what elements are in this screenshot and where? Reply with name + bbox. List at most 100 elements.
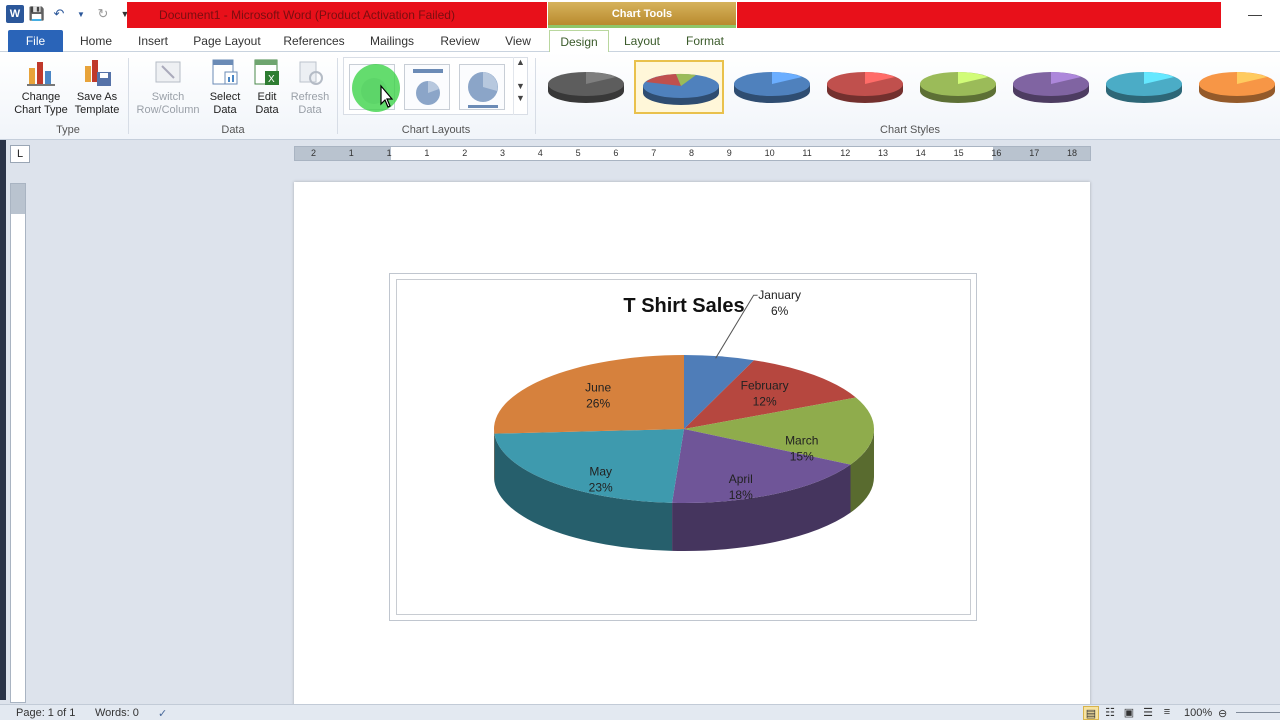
ribbon-tabs: File Home Insert Page Layout References …: [0, 30, 1280, 52]
chart-style-6[interactable]: [1006, 60, 1096, 114]
chart-style-3[interactable]: [727, 60, 817, 114]
chart-style-7[interactable]: [1099, 60, 1189, 114]
redo-icon[interactable]: ↻: [94, 5, 112, 23]
chart-layout-2[interactable]: [404, 64, 450, 110]
zoom-slider[interactable]: [1236, 712, 1280, 713]
save-icon[interactable]: 💾: [28, 5, 46, 23]
data-label-category[interactable]: June: [585, 381, 611, 395]
save-as-template-button[interactable]: Save As Template: [72, 56, 122, 117]
refresh-data-button[interactable]: Refresh Data: [288, 56, 332, 117]
select-data-button[interactable]: Select Data: [204, 56, 246, 117]
gallery-more-icon[interactable]: ▼: [514, 93, 527, 103]
chart-style-1-thumbnail: [548, 72, 624, 103]
data-label-category[interactable]: April: [729, 472, 753, 486]
tab-view[interactable]: View: [498, 30, 538, 52]
ruler-number: 4: [537, 148, 543, 158]
data-label-percent[interactable]: 12%: [753, 395, 777, 409]
chart-layout-3[interactable]: [459, 64, 505, 110]
svg-text:X: X: [268, 74, 275, 85]
web-layout-icon[interactable]: ▣: [1121, 706, 1137, 720]
tab-design[interactable]: Design: [549, 30, 609, 52]
draft-view-icon[interactable]: ≡: [1159, 706, 1175, 720]
ruler-number: 12: [840, 148, 851, 158]
chart-title[interactable]: T Shirt Sales: [623, 295, 744, 317]
layouts-scroll[interactable]: ▲ ▼ ▼: [513, 57, 527, 115]
zoom-out-icon[interactable]: ⊖: [1218, 707, 1227, 720]
tab-format[interactable]: Format: [678, 30, 732, 52]
chart-type-icon: [27, 62, 55, 86]
data-label-percent[interactable]: 26%: [586, 397, 610, 411]
pie-chart[interactable]: T Shirt Sales January 6% February 12% March 15…: [390, 274, 978, 622]
edit-data-line2: Data: [255, 104, 279, 116]
switch-row-column-button[interactable]: Switch Row/Column: [133, 56, 203, 117]
data-label-percent[interactable]: 6%: [771, 304, 789, 318]
quick-access-toolbar: W 💾 ↶ ▼ ↻ ▼: [6, 5, 134, 23]
switch-line1: Switch: [151, 91, 185, 103]
chart-style-2[interactable]: [634, 60, 724, 114]
tab-selector[interactable]: L: [10, 145, 30, 163]
title-bar: W 💾 ↶ ▼ ↻ ▼ Document1 - Microsoft Word (…: [0, 0, 1280, 30]
ruler-number: 3: [500, 148, 506, 158]
vertical-ruler[interactable]: [10, 183, 26, 703]
full-screen-reading-icon[interactable]: ☷: [1102, 706, 1118, 720]
scroll-down-icon[interactable]: ▼: [514, 81, 527, 91]
mouse-cursor-highlight: [352, 64, 400, 112]
chart-styles-gallery: [541, 57, 1280, 117]
chart-layouts-label: Chart Layouts: [401, 124, 471, 136]
excel-icon: X: [254, 59, 279, 85]
page-count[interactable]: Page: 1 of 1: [16, 707, 75, 719]
word-logo-icon[interactable]: W: [6, 5, 24, 23]
undo-icon[interactable]: ↶: [50, 5, 68, 23]
proofing-icon[interactable]: ✓: [158, 707, 167, 720]
chart-tools-context-tab: Chart Tools: [548, 2, 736, 28]
scroll-up-icon[interactable]: ▲: [514, 57, 527, 67]
save-template-icon: [85, 60, 111, 86]
tab-layout[interactable]: Layout: [616, 30, 668, 52]
chart-style-5-thumbnail: [920, 72, 996, 103]
data-label-percent[interactable]: 15%: [790, 449, 814, 463]
data-label-category[interactable]: January: [758, 288, 801, 302]
select-data-icon: [212, 59, 238, 85]
tab-mailings[interactable]: Mailings: [362, 30, 422, 52]
left-edge-strip: [0, 140, 6, 700]
data-label-category[interactable]: March: [785, 433, 818, 447]
change-chart-type-line2: Chart Type: [14, 104, 68, 116]
chart-layout-3-icon: [468, 72, 498, 108]
data-label-category[interactable]: February: [741, 379, 789, 393]
print-layout-view-icon[interactable]: ▤: [1083, 706, 1099, 720]
data-group-label: Data: [221, 124, 245, 136]
zoom-level[interactable]: 100%: [1184, 707, 1212, 719]
data-label-percent[interactable]: 23%: [589, 480, 613, 494]
horizontal-ruler[interactable]: 2 1 1 1 2 3 4 5 6 7 8 9 10 11 12 13 14 15 16 17 18: [294, 146, 1091, 161]
tab-references[interactable]: References: [278, 30, 350, 52]
ruler-margin-top: [11, 184, 25, 214]
change-chart-type-button[interactable]: Change Chart Type: [12, 56, 70, 117]
outline-view-icon[interactable]: ☰: [1140, 706, 1156, 720]
edit-data-button[interactable]: X Edit Data: [248, 56, 286, 117]
minimize-icon[interactable]: —: [1248, 6, 1264, 22]
pie-tops: [494, 355, 874, 503]
ruler-number: 8: [689, 148, 695, 158]
tab-file[interactable]: File: [8, 30, 63, 52]
chart-style-4[interactable]: [820, 60, 910, 114]
chart-style-1[interactable]: [541, 60, 631, 114]
ruler-number: 5: [575, 148, 581, 158]
tab-insert[interactable]: Insert: [130, 30, 176, 52]
chart-style-8-thumbnail: [1199, 72, 1275, 103]
switch-row-column-icon: [155, 61, 181, 83]
switch-line2: Row/Column: [136, 104, 200, 116]
chart-style-8[interactable]: [1192, 60, 1280, 114]
tab-review[interactable]: Review: [434, 30, 486, 52]
ruler-number: 18: [1067, 148, 1078, 158]
chart-layout-2-icon: [413, 69, 443, 105]
data-label-category[interactable]: May: [589, 464, 612, 478]
data-label-percent[interactable]: 18%: [729, 488, 753, 502]
chart-style-5[interactable]: [913, 60, 1003, 114]
ruler-number: 6: [613, 148, 619, 158]
ruler-number: 15: [953, 148, 964, 158]
tab-home[interactable]: Home: [75, 30, 117, 52]
chevron-down-icon[interactable]: ▼: [72, 5, 90, 23]
word-count[interactable]: Words: 0: [95, 707, 139, 719]
tab-page-layout[interactable]: Page Layout: [190, 30, 264, 52]
chart-frame[interactable]: T Shirt Sales January 6% February 12% March 15…: [389, 273, 977, 621]
